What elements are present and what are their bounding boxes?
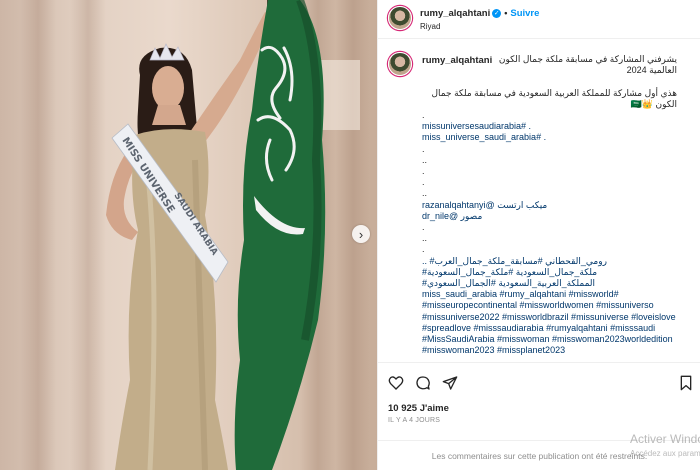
post-sidebar: rumy_alqahtani ✓ • Suivre Riyad rumy_alqaht… <box>377 0 700 470</box>
caption-line <box>422 76 677 87</box>
caption-line[interactable]: #MissSaudiArabia #misswoman #misswoman20… <box>422 334 677 345</box>
bookmark-icon[interactable] <box>678 375 694 391</box>
post-timestamp[interactable]: IL Y A 4 JOURS <box>388 417 440 424</box>
caption-line: هذي أول مشاركة للمملكة العربية السعودية … <box>431 87 677 98</box>
caption-line[interactable]: #spreadlove #misssaudiarabia #rumyalqaht… <box>422 323 677 334</box>
chevron-right-icon: › <box>358 226 364 242</box>
windows-activation-subtext: Accédez aux paramètres <box>630 449 700 458</box>
caption-text: يشرفني المشاركة في مسابقة ملكة جمال الكو… <box>422 54 677 356</box>
caption-line[interactable]: #missuniverse2022 #missworldbrazil #miss… <box>422 312 677 323</box>
post-location[interactable]: Riyad <box>420 22 440 31</box>
caption-line[interactable]: #misswoman2023 #missplanet2023 <box>422 345 677 356</box>
windows-activation-watermark: Activer Windows <box>630 432 700 446</box>
caption-line[interactable]: #misseuropecontinental #missworldwomen #… <box>422 300 677 311</box>
share-send-icon[interactable] <box>442 375 458 391</box>
follow-button[interactable]: Suivre <box>510 8 539 19</box>
caption-line: العالمية 2024 <box>626 65 677 76</box>
author-line: rumy_alqahtani ✓ • Suivre <box>420 8 539 19</box>
caption-line: . <box>422 110 425 120</box>
caption-line: الكون 👑🇸🇦 <box>630 98 677 109</box>
caption-line[interactable]: razanalqahtanyi@ ميكب ارتست <box>422 200 677 211</box>
caption-line: . <box>422 177 425 188</box>
caption-line: . <box>422 222 425 233</box>
post-photo[interactable]: MISS UNIVERSE SAUDI ARABIA › <box>0 0 377 470</box>
photo-illustration: MISS UNIVERSE SAUDI ARABIA <box>106 0 360 470</box>
neck <box>152 105 186 125</box>
caption-line[interactable]: dr_nile@ مصور <box>422 211 677 222</box>
caption-line[interactable]: miss_saudi_arabia #rumy_alqahtani #missw… <box>422 289 677 300</box>
caption-line: . <box>422 143 425 154</box>
author-username[interactable]: rumy_alqahtani <box>420 8 490 19</box>
caption-author-avatar[interactable] <box>388 52 412 76</box>
gown <box>115 129 228 470</box>
caption-area: rumy_alqahtani يشرفني المشاركة في مسابقة… <box>378 40 700 362</box>
caption-line: . <box>422 166 425 177</box>
caption-line[interactable]: missuniversesaudiarabia# . <box>422 121 677 132</box>
post-header: rumy_alqahtani ✓ • Suivre Riyad <box>378 0 700 39</box>
caption-line: يشرفني المشاركة في مسابقة ملكة جمال الكو… <box>498 54 677 64</box>
caption-line[interactable]: .. #رومي_القحطاني #مسابقة_ملكة_جمال_العر… <box>422 256 677 267</box>
like-count[interactable]: 10 925 J'aime <box>388 403 449 414</box>
caption-line[interactable]: #المملكة_العربية_السعودية #الجمال_السعود… <box>422 278 677 289</box>
caption-line[interactable]: #ملكة_جمال_السعودية #ملكة_جمال_السعودية <box>422 267 677 278</box>
next-photo-button[interactable]: › <box>352 225 370 243</box>
caption-line: .. <box>422 154 428 165</box>
comment-icon[interactable] <box>415 375 431 391</box>
caption-line: .. <box>422 233 428 244</box>
separator-dot: • <box>504 8 508 18</box>
caption-line: .. <box>422 188 428 199</box>
face <box>152 66 184 110</box>
caption-line[interactable]: miss_universe_saudi_arabia# . <box>422 132 677 143</box>
like-heart-icon[interactable] <box>388 375 404 391</box>
verified-badge-icon: ✓ <box>492 8 502 18</box>
author-avatar[interactable] <box>388 6 412 30</box>
crown <box>149 43 185 61</box>
caption-line: . <box>422 244 425 255</box>
